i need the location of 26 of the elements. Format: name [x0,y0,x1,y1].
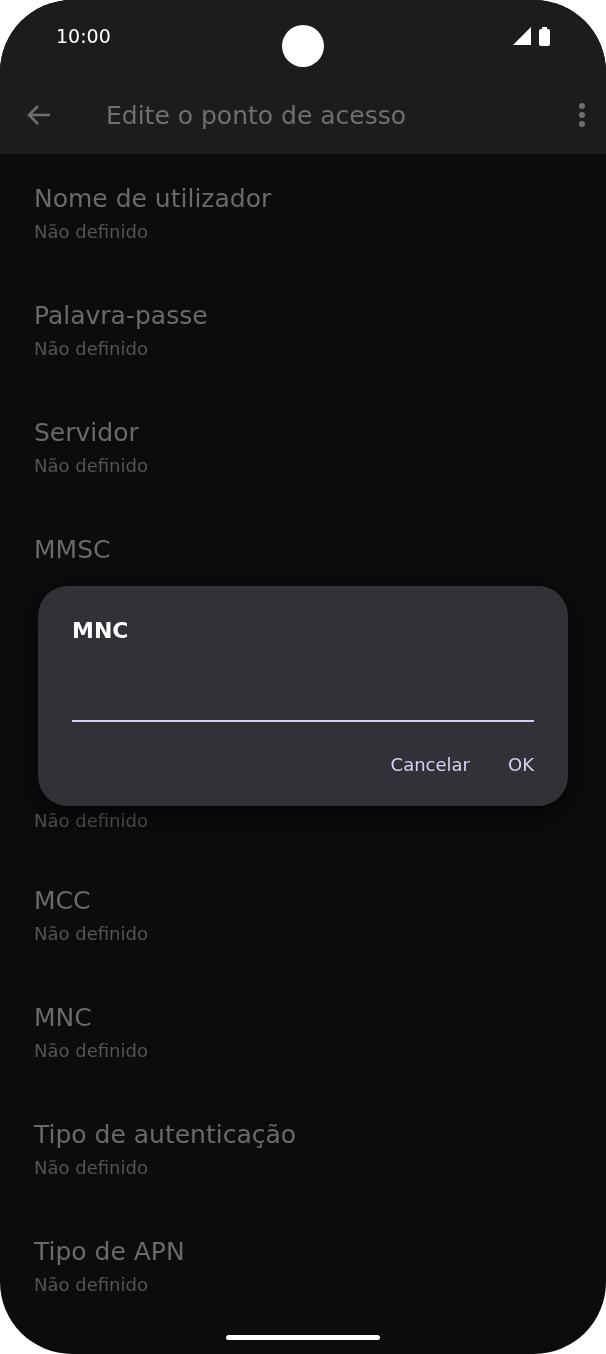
setting-value: Não definido [34,1273,149,1297]
setting-value: Não definido [34,337,149,361]
app-bar-title: Edite o ponto de acesso [106,100,408,130]
setting-title[interactable]: MNC [34,1003,572,1033]
setting-value: Não definido [34,454,149,478]
setting-value: Não definido [34,809,149,833]
signal-icon [513,27,531,45]
setting-title[interactable]: Servidor [34,418,572,448]
back-arrow-icon[interactable] [26,103,52,127]
setting-value: Não definido [34,922,149,946]
dialog-button[interactable]: OK [494,744,548,785]
camera-cutout [282,25,324,67]
setting-value: Não definido [34,1156,149,1180]
setting-title[interactable]: MCC [34,886,572,916]
setting-title[interactable]: MMSC [34,535,572,565]
setting-title[interactable]: Palavra-passe [34,301,572,331]
setting-value: Não definido [34,1039,149,1063]
battery-icon [539,26,550,46]
setting-title[interactable]: Tipo de APN [34,1237,572,1267]
setting-title[interactable]: Tipo de autenticação [34,1120,572,1150]
setting-value: Não definido [34,220,149,244]
more-menu-icon[interactable] [578,103,586,127]
dialog-button[interactable]: Cancelar [376,744,484,785]
setting-title[interactable]: Nome de utilizador [34,184,572,214]
dialog-title: MNC [72,617,130,645]
status-time: 10:00 [56,25,111,47]
